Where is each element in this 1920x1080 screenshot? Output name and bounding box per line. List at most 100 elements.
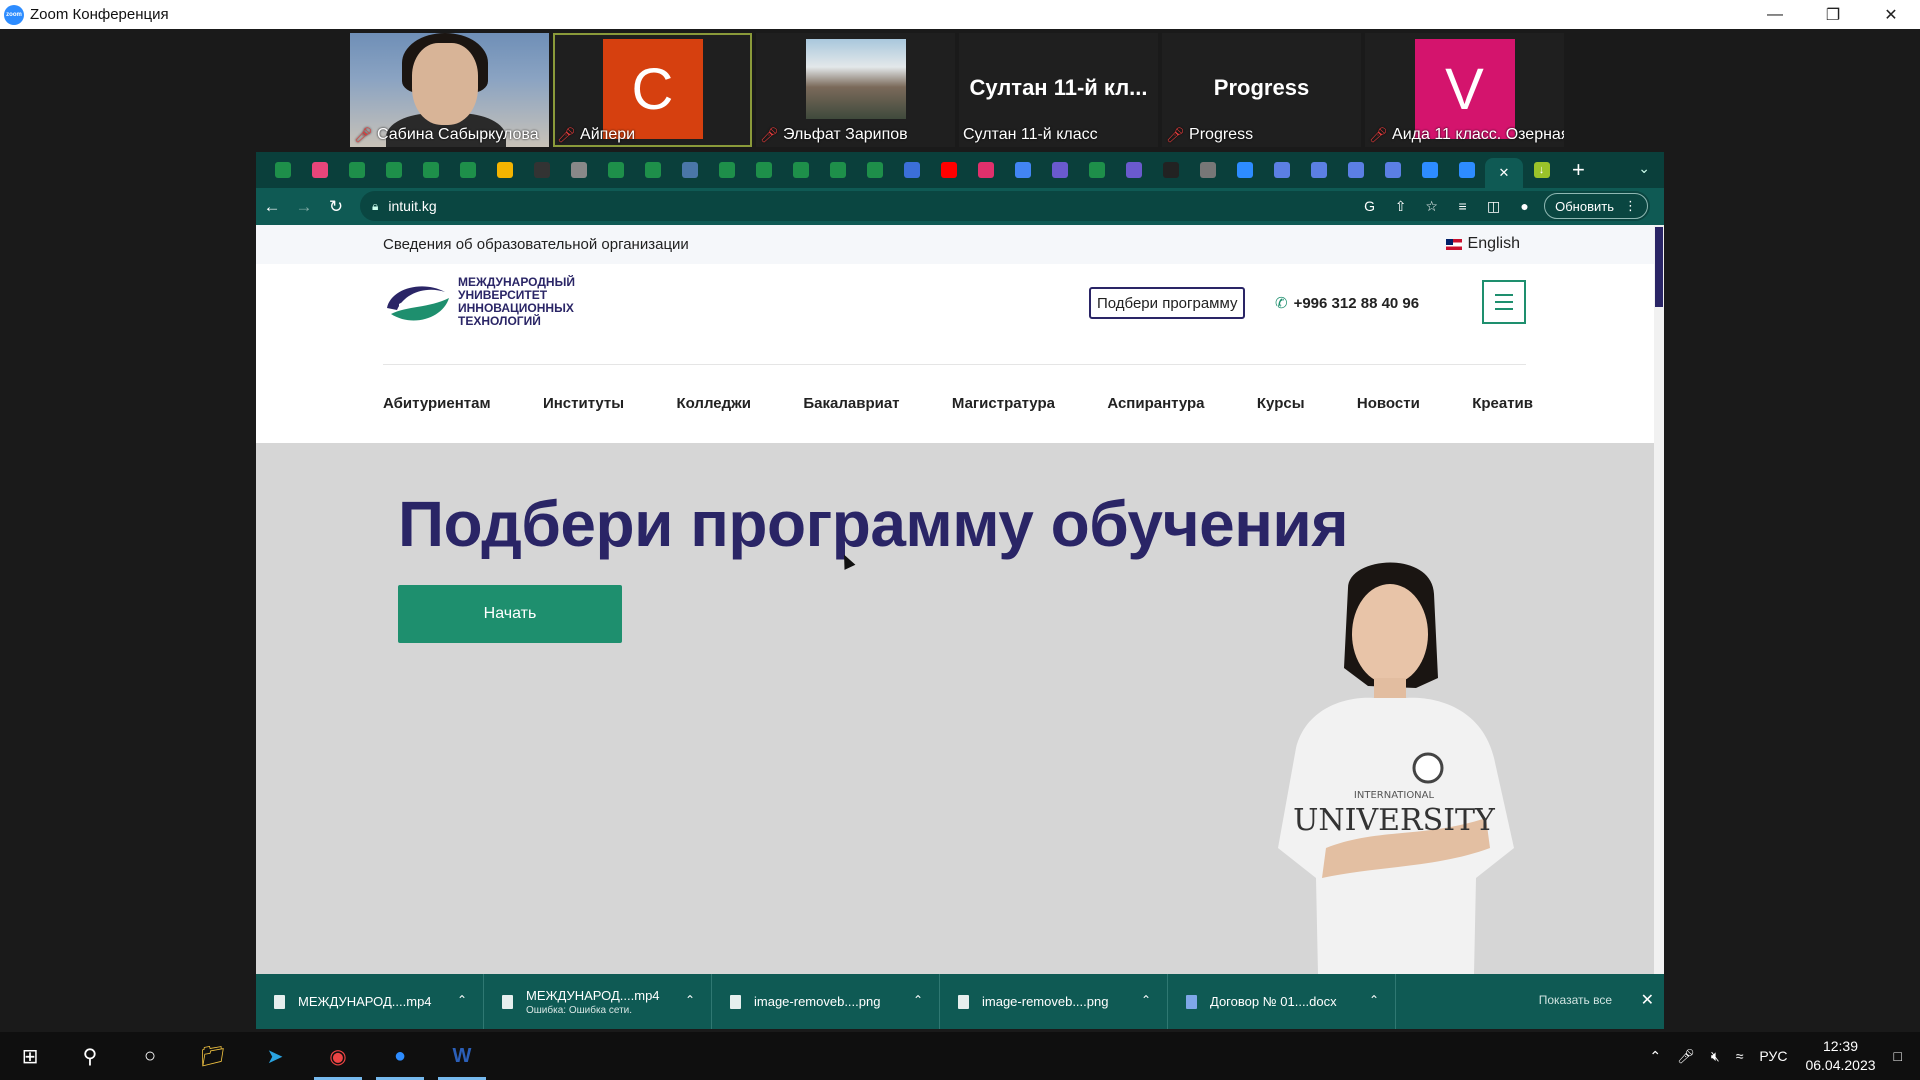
tab-favicon[interactable]: [1004, 152, 1041, 188]
tab-favicon[interactable]: [1078, 152, 1115, 188]
address-bar[interactable]: 🔒︎ intuit.kg G ⇧ ☆ ≡ ◫ ● Обновить ⋮: [360, 191, 1650, 221]
file-explorer-icon[interactable]: 📁︎: [185, 1032, 241, 1080]
show-all-downloads-button[interactable]: Показать все: [1539, 993, 1612, 1007]
chevron-up-icon[interactable]: ⌃: [457, 993, 467, 1007]
nav-item-courses[interactable]: Курсы: [1257, 395, 1305, 412]
tab-favicon[interactable]: [1226, 152, 1263, 188]
search-icon[interactable]: ⚲: [62, 1032, 118, 1080]
tab-favicon[interactable]: [708, 152, 745, 188]
new-tab-button[interactable]: +: [1572, 157, 1585, 183]
tab-favicon[interactable]: [264, 152, 301, 188]
nav-item-bachelor[interactable]: Бакалавриат: [803, 395, 899, 412]
tab-active-close-icon[interactable]: ✕: [1485, 158, 1523, 188]
microphone-icon[interactable]: 🎤︎: [1677, 1048, 1695, 1065]
tab-favicon[interactable]: [856, 152, 893, 188]
tab-favicon-download[interactable]: ↓: [1523, 152, 1560, 188]
notifications-icon[interactable]: □: [1894, 1048, 1902, 1064]
zoom-icon[interactable]: ●: [372, 1032, 428, 1080]
chevron-up-icon[interactable]: ⌃: [1649, 1048, 1661, 1065]
chevron-up-icon[interactable]: ⌃: [1369, 993, 1379, 1007]
language-switch[interactable]: English: [1445, 235, 1520, 253]
telegram-icon[interactable]: ➤: [247, 1032, 303, 1080]
start-button[interactable]: Начать: [398, 585, 622, 643]
participant-tile[interactable]: 🎤︎ Сабина Сабыркулова: [350, 33, 549, 147]
tab-favicon[interactable]: [301, 152, 338, 188]
tab-favicon[interactable]: [412, 152, 449, 188]
download-item[interactable]: Договор № 01....docx ⌃: [1168, 974, 1396, 1029]
download-item[interactable]: image-removeb....png ⌃: [712, 974, 940, 1029]
chevron-up-icon[interactable]: ⌃: [1141, 993, 1151, 1007]
tab-favicon[interactable]: [1300, 152, 1337, 188]
tab-favicon[interactable]: [597, 152, 634, 188]
minimize-button[interactable]: —: [1746, 0, 1804, 29]
google-icon[interactable]: G: [1354, 191, 1385, 221]
media-queue-icon[interactable]: ≡: [1447, 191, 1478, 221]
nav-item-institutes[interactable]: Институты: [543, 395, 624, 412]
org-info-link[interactable]: Сведения об образовательной организации: [383, 236, 689, 253]
participant-tile[interactable]: V 🎤︎ Аида 11 класс. Озерная: [1365, 33, 1564, 147]
bookmark-star-icon[interactable]: ☆: [1416, 191, 1447, 221]
tab-favicon[interactable]: [1263, 152, 1300, 188]
tab-favicon[interactable]: [671, 152, 708, 188]
tab-favicon[interactable]: [1448, 152, 1485, 188]
close-downloads-icon[interactable]: ✕: [1641, 990, 1654, 1010]
hamburger-menu-button[interactable]: [1482, 280, 1526, 324]
close-window-button[interactable]: ✕: [1862, 0, 1920, 29]
tab-favicon[interactable]: [523, 152, 560, 188]
page-scrollbar[interactable]: [1654, 225, 1664, 974]
tab-favicon[interactable]: [819, 152, 856, 188]
word-icon[interactable]: W: [434, 1032, 490, 1080]
university-logo-text[interactable]: МЕЖДУНАРОДНЫЙ УНИВЕРСИТЕТ ИННОВАЦИОННЫХ …: [458, 276, 588, 328]
nav-item-creative[interactable]: Креатив: [1472, 395, 1533, 412]
tab-favicon[interactable]: [930, 152, 967, 188]
nav-item-master[interactable]: Магистратура: [952, 395, 1055, 412]
tab-favicon[interactable]: [1374, 152, 1411, 188]
tab-favicon[interactable]: [1189, 152, 1226, 188]
restore-button[interactable]: ❐: [1804, 0, 1862, 29]
tab-favicon[interactable]: [560, 152, 597, 188]
tab-favicon[interactable]: [1337, 152, 1374, 188]
forward-button[interactable]: →: [288, 191, 320, 223]
speaker-muted-icon[interactable]: 🔇︎: [1711, 1048, 1720, 1065]
nav-item-postgraduate[interactable]: Аспирантура: [1107, 395, 1204, 412]
chevron-up-icon[interactable]: ⌃: [913, 993, 923, 1007]
tab-favicon[interactable]: [745, 152, 782, 188]
nav-item-news[interactable]: Новости: [1357, 395, 1420, 412]
tab-favicon[interactable]: [634, 152, 671, 188]
tab-favicon[interactable]: [893, 152, 930, 188]
participant-tile[interactable]: Progress 🎤︎ Progress: [1162, 33, 1361, 147]
reload-button[interactable]: ↻: [320, 191, 352, 223]
participant-tile[interactable]: Султан 11-й кл... Султан 11-й класс: [959, 33, 1158, 147]
tab-favicon[interactable]: [1411, 152, 1448, 188]
participant-tile[interactable]: C 🎤︎ Айпери: [553, 33, 752, 147]
clock[interactable]: 12:39 06.04.2023: [1805, 1037, 1875, 1075]
chevron-up-icon[interactable]: ⌃: [685, 993, 695, 1007]
download-item[interactable]: image-removeb....png ⌃: [940, 974, 1168, 1029]
input-language[interactable]: РУС: [1759, 1048, 1787, 1064]
update-button[interactable]: Обновить ⋮: [1544, 193, 1648, 219]
nav-item-applicants[interactable]: Абитуриентам: [383, 395, 491, 412]
tab-favicon[interactable]: [1115, 152, 1152, 188]
pick-program-button[interactable]: Подбери программу: [1089, 287, 1246, 319]
chrome-icon[interactable]: ◉: [310, 1032, 366, 1080]
windows-start-icon[interactable]: ⊞: [2, 1032, 58, 1080]
tab-favicon[interactable]: [967, 152, 1004, 188]
participant-tile[interactable]: 🎤︎ Эльфат Зарипов: [756, 33, 955, 147]
profile-avatar-icon[interactable]: ●: [1509, 191, 1540, 221]
back-button[interactable]: ←: [256, 191, 288, 223]
tab-favicon[interactable]: [1152, 152, 1189, 188]
university-logo-icon[interactable]: [383, 278, 453, 330]
tab-favicon[interactable]: [449, 152, 486, 188]
download-item[interactable]: МЕЖДУНАРОД....mp4 Ошибка: Ошибка сети. ⌃: [484, 974, 712, 1029]
side-panel-icon[interactable]: ◫: [1478, 191, 1509, 221]
tab-favicon[interactable]: [338, 152, 375, 188]
scrollbar-thumb[interactable]: [1655, 227, 1663, 307]
nav-item-colleges[interactable]: Колледжи: [676, 395, 751, 412]
phone-link[interactable]: ✆ +996 312 88 40 96: [1275, 294, 1419, 313]
wifi-icon[interactable]: ≈: [1736, 1048, 1744, 1064]
tab-favicon[interactable]: [1041, 152, 1078, 188]
tab-favicon[interactable]: [486, 152, 523, 188]
tab-favicon[interactable]: [375, 152, 412, 188]
tab-search-chevron-icon[interactable]: ⌄: [1638, 160, 1650, 177]
download-item[interactable]: МЕЖДУНАРОД....mp4 ⌃: [256, 974, 484, 1029]
